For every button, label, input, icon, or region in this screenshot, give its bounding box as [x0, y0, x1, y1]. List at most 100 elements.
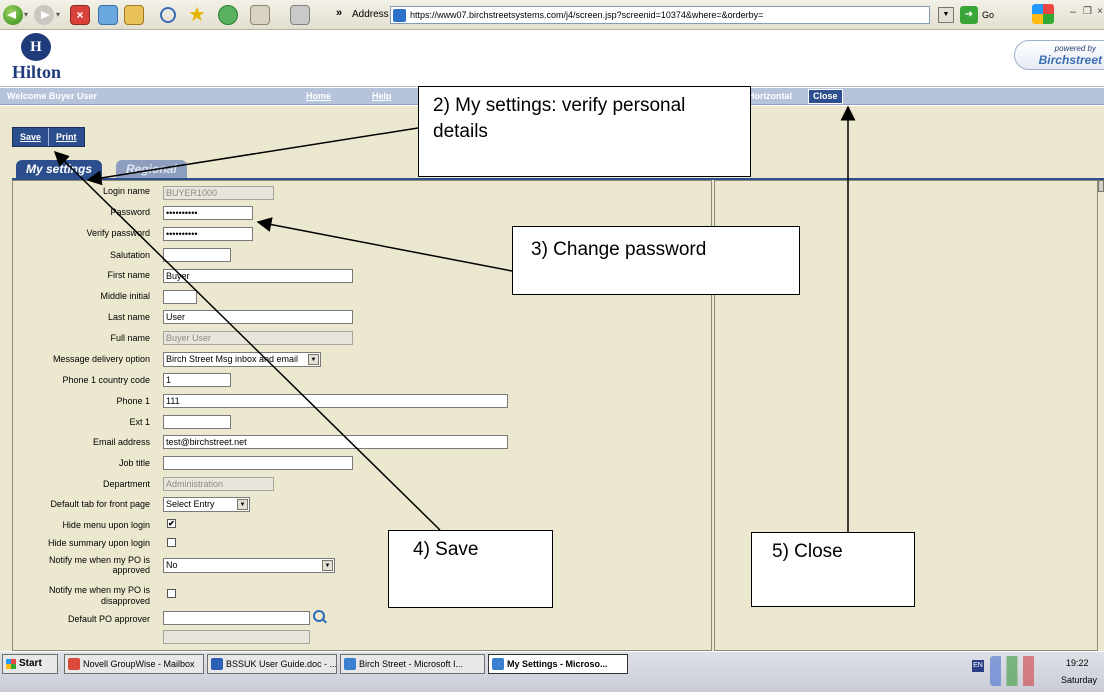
default-po-approver-name-field	[163, 630, 310, 644]
welcome-text: Welcome Buyer User	[7, 91, 97, 101]
default-tab-label: Default tab for front page	[50, 499, 150, 509]
stop-icon[interactable]: ×	[70, 5, 90, 25]
go-icon[interactable]: ➜	[960, 6, 978, 24]
groupwise-icon	[68, 658, 80, 670]
dropdown-arrow-icon[interactable]: ▼	[237, 499, 248, 510]
page-icon	[393, 9, 406, 22]
dropdown-arrow-icon[interactable]: ▼	[308, 354, 319, 365]
full-name-label: Full name	[110, 333, 150, 343]
default-tab-select[interactable]: Select Entry ▼	[163, 497, 250, 512]
start-label: Start	[19, 658, 42, 669]
notify-approved-value: No	[166, 560, 178, 570]
address-label: Address	[352, 9, 389, 20]
email-field[interactable]: test@birchstreet.net	[163, 435, 508, 449]
forward-icon[interactable]	[34, 5, 54, 25]
verify-password-label: Verify password	[86, 228, 150, 238]
message-delivery-value: Birch Street Msg inbox and email	[166, 354, 299, 364]
restore-icon[interactable]: ❐	[1083, 6, 1092, 17]
verify-password-field[interactable]: ••••••••••	[163, 227, 253, 241]
address-bar[interactable]: https://www07.birchstreetsystems.com/j4/…	[390, 6, 930, 24]
notify-approved-label-2: approved	[112, 565, 150, 575]
middle-initial-label: Middle initial	[100, 291, 150, 301]
default-po-approver-label: Default PO approver	[67, 614, 150, 624]
windows-flag-icon	[6, 659, 16, 669]
scrollbar[interactable]	[1098, 180, 1104, 192]
phone1-country-field[interactable]: 1	[163, 373, 231, 387]
refresh-icon[interactable]	[98, 5, 118, 25]
browser-toolbar: ▾ ▾ × ★ » Address https://www07.birchstr…	[0, 0, 1104, 30]
nav-home-link[interactable]: Home	[306, 91, 331, 101]
hide-menu-checkbox[interactable]: ✔	[167, 519, 176, 528]
last-name-field[interactable]: User	[163, 310, 353, 324]
taskbar-item-my-settings[interactable]: My Settings - Microso...	[488, 654, 628, 674]
nav-help-link[interactable]: Help	[372, 91, 392, 101]
callout-change-password: 3) Change password	[512, 226, 800, 295]
back-dropdown-icon[interactable]: ▾	[24, 4, 34, 26]
address-dropdown-icon[interactable]: ▼	[938, 7, 954, 23]
close-button[interactable]: Close	[808, 89, 843, 104]
notify-disapproved-checkbox[interactable]	[167, 589, 176, 598]
close-window-icon[interactable]: ×	[1097, 6, 1103, 17]
message-delivery-select[interactable]: Birch Street Msg inbox and email ▼	[163, 352, 321, 367]
taskbar-item-birchstreet[interactable]: Birch Street - Microsoft I...	[340, 654, 485, 674]
middle-initial-field[interactable]	[163, 290, 197, 304]
salutation-field[interactable]	[163, 248, 231, 262]
lookup-search-icon[interactable]	[313, 610, 325, 622]
clock-time[interactable]: 19:22	[1066, 658, 1089, 668]
word-icon	[211, 658, 223, 670]
callout-my-settings: 2) My settings: verify personal details	[418, 86, 751, 177]
phone1-label: Phone 1	[116, 396, 150, 406]
phone1-field[interactable]: 111	[163, 394, 508, 408]
callout-save: 4) Save	[388, 530, 553, 608]
callout-close: 5) Close	[751, 532, 915, 607]
hide-summary-label: Hide summary upon login	[47, 538, 150, 548]
ext1-field[interactable]	[163, 415, 231, 429]
notify-disapproved-label-1: Notify me when my PO is	[48, 585, 150, 595]
print-icon[interactable]	[290, 5, 310, 25]
favorites-icon[interactable]: ★	[188, 5, 208, 25]
windows-logo-icon	[1032, 4, 1054, 24]
ie-icon	[344, 658, 356, 670]
ext1-label: Ext 1	[129, 417, 150, 427]
forward-dropdown-icon[interactable]: ▾	[56, 4, 66, 26]
start-button[interactable]: Start	[2, 654, 58, 674]
hilton-logo-icon: H	[21, 33, 51, 61]
language-indicator[interactable]: EN	[972, 660, 984, 672]
home-icon[interactable]	[124, 5, 144, 25]
task-label: My Settings - Microso...	[507, 659, 608, 669]
system-tray-icons[interactable]	[990, 656, 1045, 686]
first-name-label: First name	[107, 270, 150, 280]
back-icon[interactable]	[3, 5, 23, 25]
search-icon[interactable]	[160, 7, 176, 23]
taskbar-item-groupwise[interactable]: Novell GroupWise - Mailbox	[64, 654, 204, 674]
default-po-approver-field[interactable]	[163, 611, 310, 625]
go-label[interactable]: Go	[982, 10, 994, 20]
minimize-icon[interactable]: –	[1070, 6, 1076, 18]
clock-day: Saturday	[1061, 675, 1098, 685]
login-name-label: Login name	[102, 186, 150, 196]
powered-by-text: powered by	[1054, 44, 1096, 53]
toolbar-chevron[interactable]: »	[336, 7, 342, 19]
taskbar: Start Novell GroupWise - Mailbox BSSUK U…	[0, 651, 1104, 692]
first-name-field[interactable]: Buyer	[163, 269, 353, 283]
job-title-field[interactable]	[163, 456, 353, 470]
password-field[interactable]: ••••••••••	[163, 206, 253, 220]
login-name-field: BUYER1000	[163, 186, 274, 200]
taskbar-item-word[interactable]: BSSUK User Guide.doc - ...	[207, 654, 337, 674]
notify-approved-select[interactable]: No ▼	[163, 558, 335, 573]
hide-menu-label: Hide menu upon login	[62, 520, 150, 530]
mail-icon[interactable]	[250, 5, 270, 25]
task-label: BSSUK User Guide.doc - ...	[226, 659, 337, 669]
task-label: Birch Street - Microsoft I...	[359, 659, 464, 669]
hilton-logo-text: Hilton	[12, 62, 62, 82]
birchstreet-logo: powered by Birchstreet	[1014, 40, 1104, 70]
nav-horizontal-link[interactable]: Horizontal	[748, 91, 792, 101]
dropdown-arrow-icon[interactable]: ▼	[322, 560, 333, 571]
message-delivery-label: Message delivery option	[52, 354, 150, 364]
hide-summary-checkbox[interactable]	[167, 538, 176, 547]
history-icon[interactable]	[218, 5, 238, 25]
job-title-label: Job title	[118, 458, 150, 468]
last-name-label: Last name	[107, 312, 150, 322]
address-url[interactable]: https://www07.birchstreetsystems.com/j4/…	[410, 10, 763, 20]
form-labels: Login name Password Verify password Salu…	[0, 106, 150, 651]
